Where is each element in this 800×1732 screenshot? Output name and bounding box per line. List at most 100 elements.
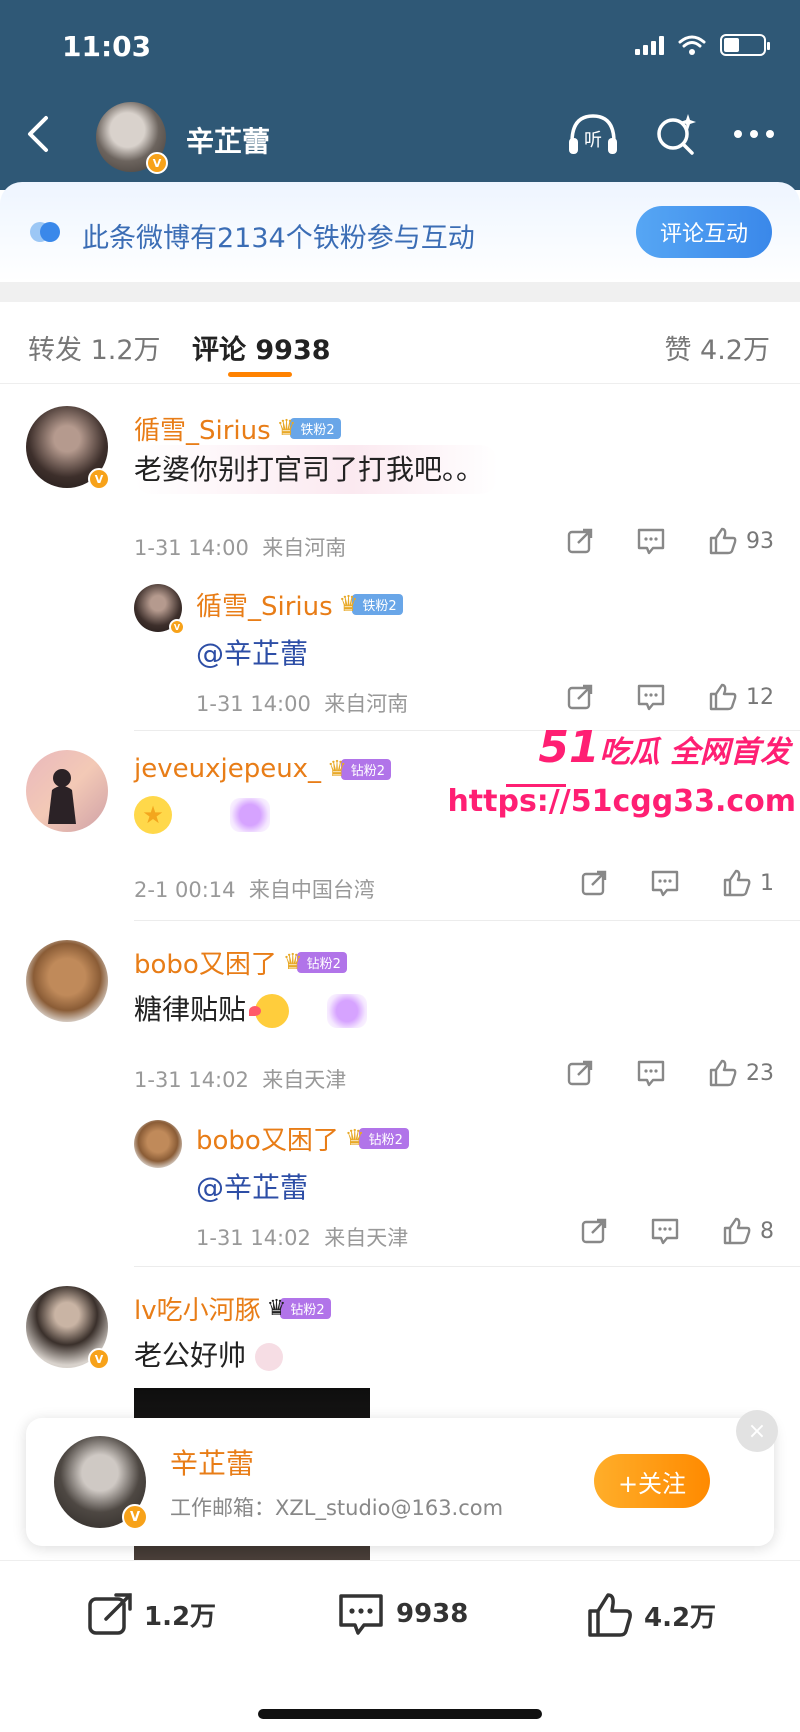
reply-icon[interactable]: [636, 683, 666, 711]
avatar[interactable]: [26, 750, 108, 832]
comment-icon: [339, 1594, 383, 1635]
like-button[interactable]: 4.2万: [586, 1591, 716, 1639]
fan-badge: ♛ 钻粉2: [327, 757, 392, 782]
crown-icon: ♛: [344, 1126, 365, 1151]
like-button[interactable]: 12: [708, 682, 774, 712]
fan-badge: ♛ 铁粉2: [276, 416, 341, 441]
crown-icon: ♛: [338, 592, 359, 617]
bottom-bar: 1.2万 9938 4.2万: [0, 1560, 800, 1732]
like-icon: [709, 527, 737, 555]
share-icon[interactable]: [566, 1059, 594, 1087]
watermark: 51吃瓜 全网首发 https://51cgg33.com: [447, 722, 796, 832]
reply-username[interactable]: bobo又困了 ♛ 钻粉2: [196, 1120, 409, 1157]
like-icon: [723, 1217, 751, 1245]
back-icon[interactable]: [20, 114, 60, 154]
more-icon[interactable]: [732, 128, 776, 140]
headphone-icon[interactable]: 听: [566, 112, 620, 156]
share-icon[interactable]: [566, 527, 594, 555]
comment-interact-button[interactable]: 评论互动: [636, 206, 772, 258]
signal-icon: [635, 35, 664, 55]
verified-icon: V: [88, 468, 110, 490]
svg-text:听: 听: [584, 130, 602, 151]
home-indicator: [258, 1709, 542, 1719]
reply-text[interactable]: @辛芷蕾: [196, 632, 308, 672]
like-icon: [709, 1059, 737, 1087]
profile-name[interactable]: 辛芷蕾: [170, 1442, 254, 1482]
like-icon: [588, 1593, 632, 1637]
tab-active-indicator: [228, 372, 292, 377]
repost-button[interactable]: 1.2万: [86, 1591, 216, 1637]
tab-like[interactable]: 赞 4.2万: [664, 328, 770, 367]
comment-text: 糖律贴贴: [134, 988, 367, 1028]
comment-username[interactable]: bobo又困了 ♛ 钻粉2: [134, 944, 347, 981]
avatar[interactable]: [26, 940, 108, 1022]
like-icon: [709, 683, 737, 711]
gem-emoji: [326, 994, 367, 1028]
like-button[interactable]: 23: [708, 1058, 774, 1088]
reply-actions: 8: [580, 1216, 774, 1246]
nav-bar: V 辛芷蕾 听: [0, 100, 800, 180]
comment-text: 老婆你别打官司了打我吧。。: [134, 445, 499, 494]
wifi-icon: [678, 35, 706, 55]
like-icon: [723, 869, 751, 897]
comment-actions: 23: [566, 1058, 774, 1088]
share-icon[interactable]: [566, 683, 594, 711]
reply-icon[interactable]: [650, 1217, 680, 1245]
follow-button[interactable]: +关注: [594, 1454, 710, 1508]
fans-icon: [30, 222, 60, 242]
reply-meta: 1-31 14:00 来自河南: [196, 692, 409, 716]
comment-username[interactable]: lv吃小河豚 ♛ 钻粉2: [134, 1290, 331, 1327]
battery-icon: [720, 34, 770, 56]
comment-actions: 93: [566, 526, 774, 556]
avatar[interactable]: V: [26, 406, 110, 490]
comment-text: ★: [134, 796, 270, 834]
kiss-emoji: [248, 994, 289, 1028]
avatar[interactable]: V: [96, 102, 168, 174]
avatar[interactable]: V: [134, 584, 185, 635]
close-icon[interactable]: ×: [736, 1410, 778, 1452]
crown-icon: ♛: [266, 1296, 287, 1321]
reply-icon[interactable]: [650, 869, 680, 897]
page-title[interactable]: 辛芷蕾: [186, 120, 270, 160]
comment-username[interactable]: 循雪_Sirius ♛ 铁粉2: [134, 410, 341, 447]
star-emoji: ★: [134, 796, 172, 834]
comment-username[interactable]: jeveuxjepeux_ ♛ 钻粉2: [134, 754, 392, 784]
reply-meta: 1-31 14:02 来自天津: [196, 1226, 409, 1250]
crown-icon: ♛: [276, 416, 297, 441]
tab-comment[interactable]: 评论 9938: [192, 328, 331, 367]
profile-email: 工作邮箱：XZL_studio@163.com: [170, 1496, 504, 1520]
nav-actions: 听: [566, 112, 776, 156]
fan-badge: ♛ 铁粉2: [338, 592, 403, 617]
tab-repost[interactable]: 转发 1.2万: [28, 328, 161, 367]
sticker-icon: [254, 1343, 283, 1371]
avatar[interactable]: V: [26, 1286, 110, 1370]
share-icon[interactable]: [580, 869, 608, 897]
verified-icon: V: [146, 152, 168, 174]
silhouette-icon: [48, 769, 76, 824]
divider: [134, 1266, 800, 1267]
like-button[interactable]: 93: [708, 526, 774, 556]
verified-icon: V: [122, 1504, 148, 1530]
status-time: 11:03: [62, 30, 152, 63]
avatar[interactable]: [134, 1120, 182, 1168]
comment-meta: 1-31 14:00 来自河南: [134, 536, 347, 560]
reply-icon[interactable]: [636, 527, 666, 555]
fan-badge: ♛ 钻粉2: [344, 1126, 409, 1151]
comment-meta: 1-31 14:02 来自天津: [134, 1068, 347, 1092]
reply-text[interactable]: @辛芷蕾: [196, 1166, 308, 1206]
divider: [134, 920, 800, 921]
search-sparkle-icon[interactable]: [654, 112, 698, 156]
like-button[interactable]: 1: [722, 868, 774, 898]
avatar[interactable]: V: [54, 1436, 148, 1530]
tab-bar: 转发 1.2万 评论 9938 赞 4.2万: [0, 302, 800, 384]
reply-icon[interactable]: [636, 1059, 666, 1087]
watermark-url: https://51cgg33.com: [447, 784, 796, 819]
watermark-brand: 51吃瓜 全网首发: [538, 722, 790, 773]
crown-icon: ♛: [282, 950, 303, 975]
reply-username[interactable]: 循雪_Sirius ♛ 铁粉2: [196, 586, 403, 623]
profile-card: V 辛芷蕾 工作邮箱：XZL_studio@163.com +关注 ×: [26, 1410, 778, 1546]
gem-emoji: [229, 798, 270, 832]
like-button[interactable]: 8: [722, 1216, 774, 1246]
comment-button[interactable]: 9938: [336, 1591, 468, 1637]
share-icon[interactable]: [580, 1217, 608, 1245]
